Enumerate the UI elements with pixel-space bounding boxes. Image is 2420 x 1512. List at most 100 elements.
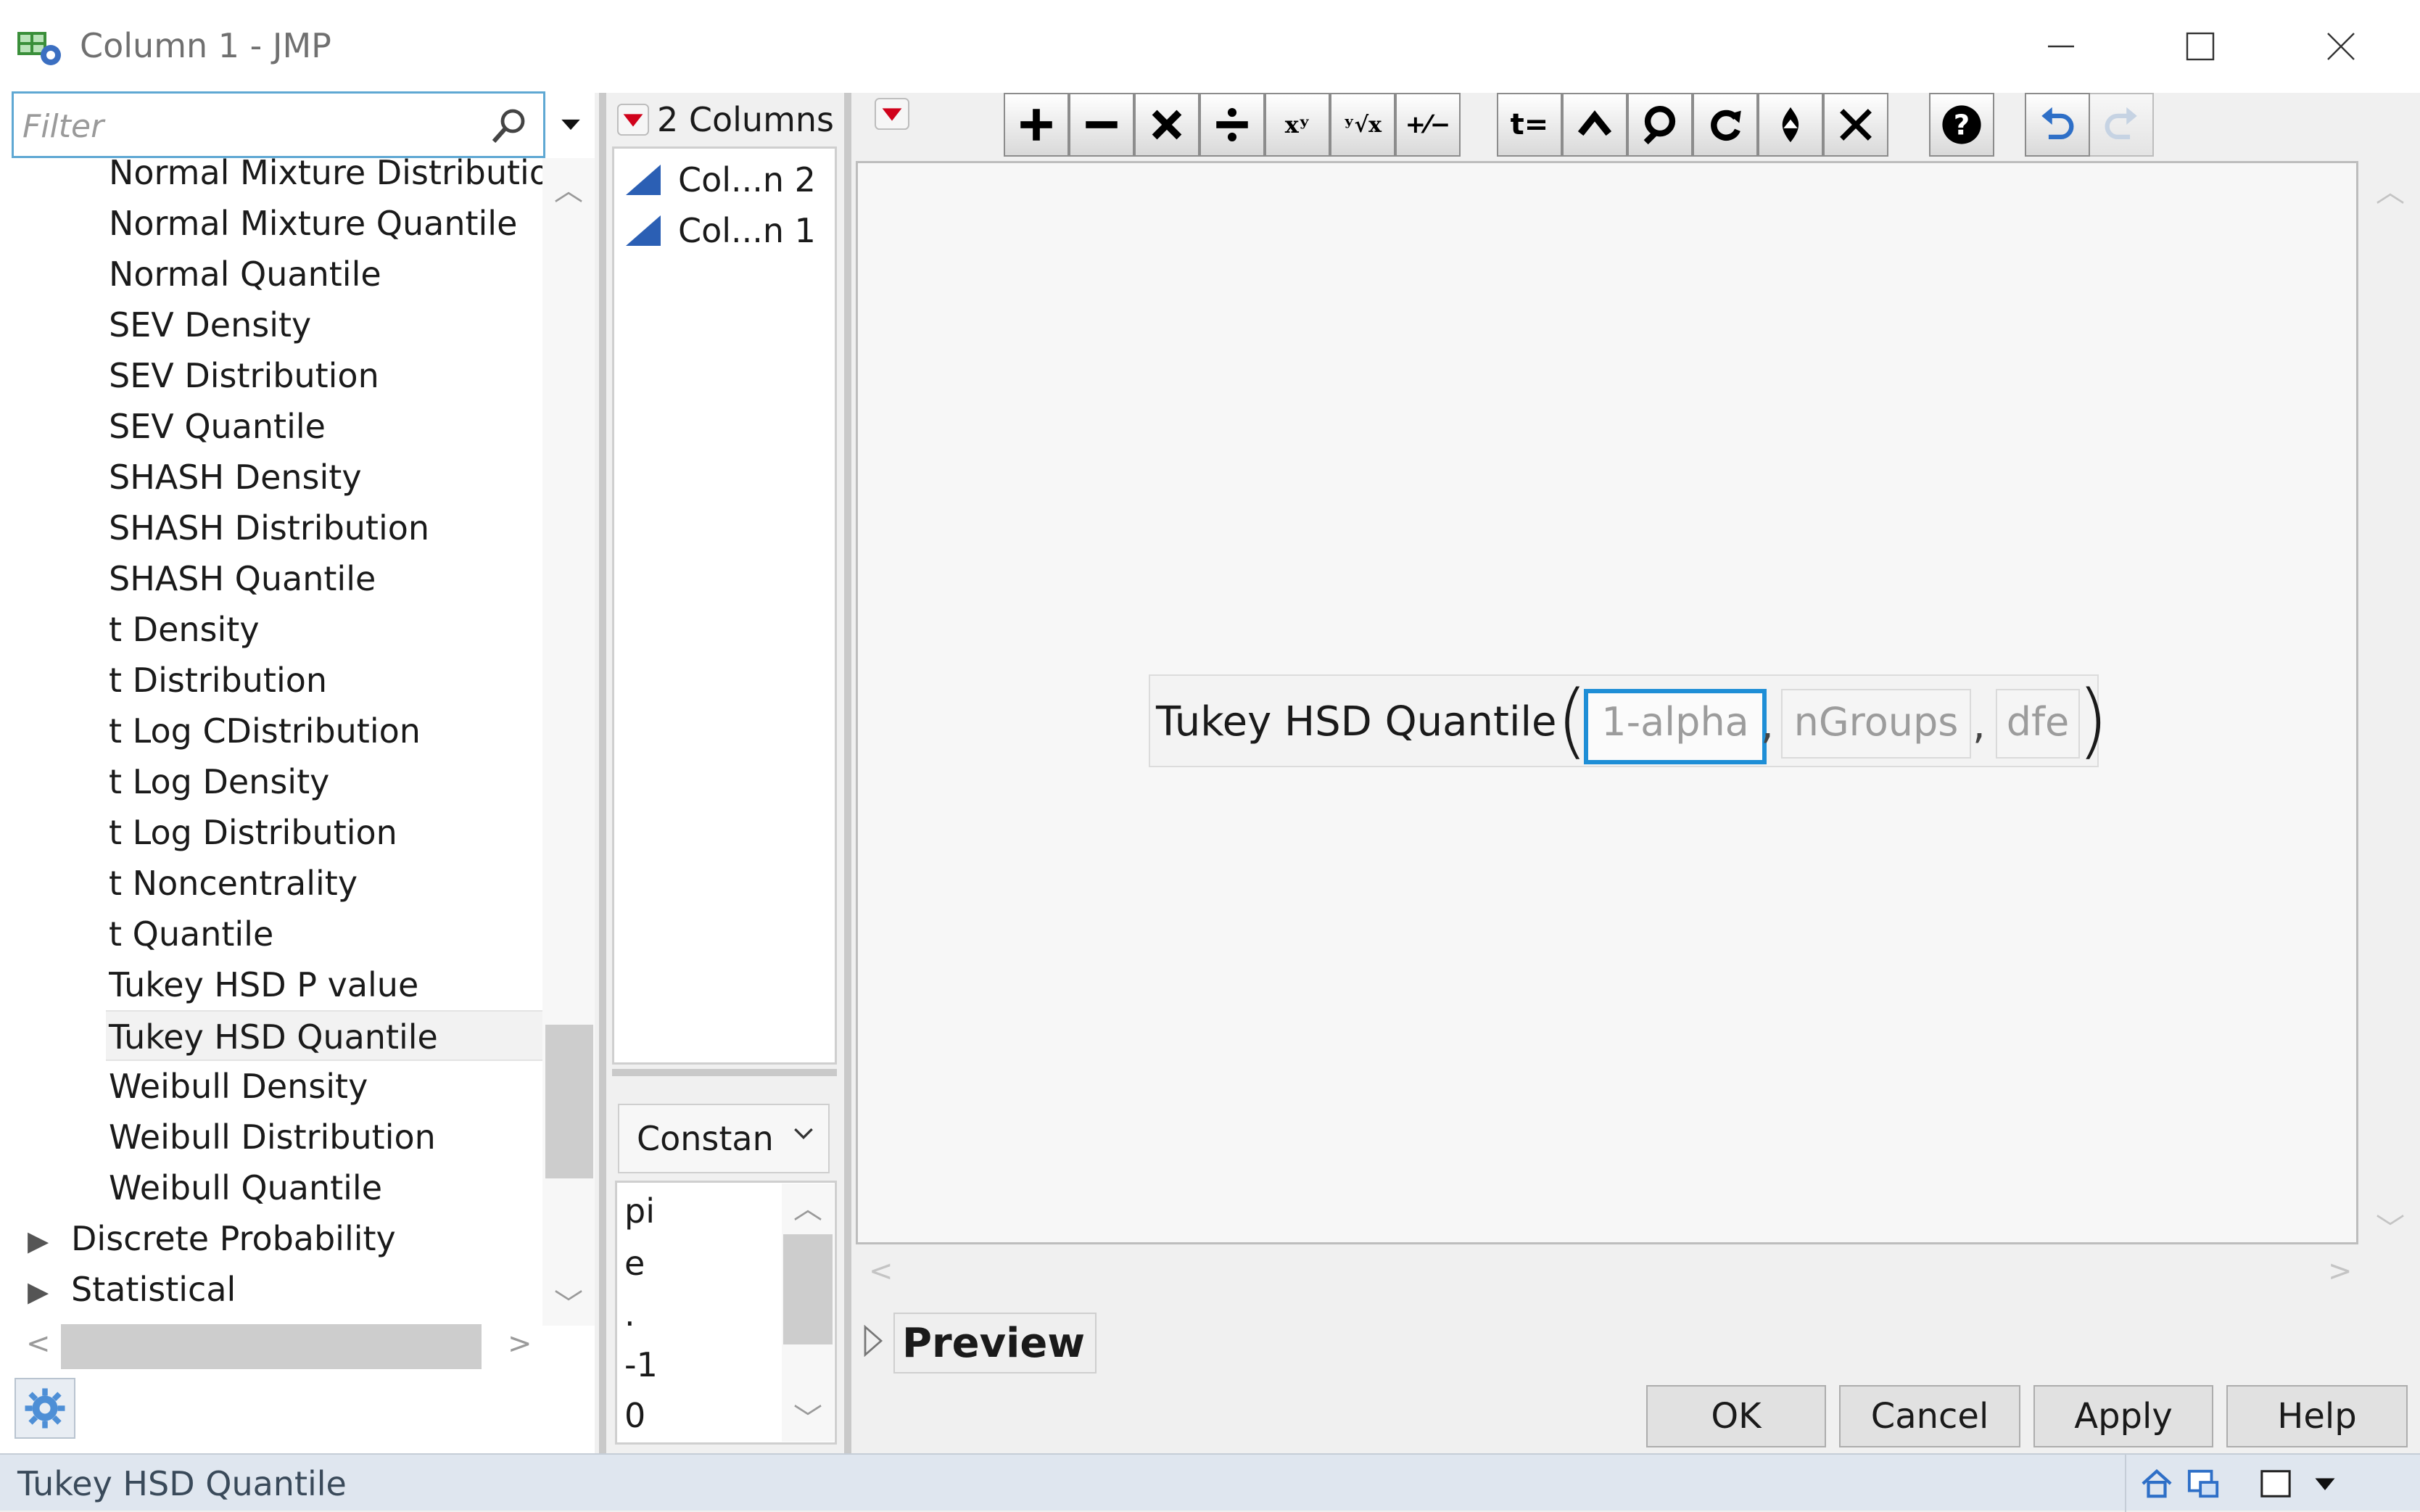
pane-splitter[interactable] xyxy=(612,1069,837,1076)
search-icon[interactable] xyxy=(490,105,530,146)
constant-item[interactable]: 0 xyxy=(624,1393,645,1438)
expand-triangle-icon[interactable]: ▶ xyxy=(28,1215,71,1266)
function-item[interactable]: Normal Mixture Distribution xyxy=(109,149,542,195)
function-item[interactable]: t Log Distribution xyxy=(109,807,542,855)
function-item[interactable]: t Quantile xyxy=(109,909,542,957)
help-dialog-button[interactable]: Help xyxy=(2226,1385,2408,1447)
root-button[interactable]: ʸ√x xyxy=(1330,93,1395,157)
function-item[interactable]: Weibull Density xyxy=(109,1061,542,1109)
column-item[interactable]: Col...n 1 xyxy=(624,207,816,255)
undo-button[interactable] xyxy=(2025,93,2090,157)
subtract-button[interactable] xyxy=(1069,93,1134,157)
function-item[interactable]: Weibull Quantile xyxy=(109,1162,542,1210)
multiply-button[interactable] xyxy=(1134,93,1199,157)
scroll-down-icon[interactable]: ﹀ xyxy=(554,1281,583,1323)
apply-button[interactable]: Apply xyxy=(2033,1385,2213,1447)
cancel-button[interactable]: Cancel xyxy=(1839,1385,2020,1447)
scroll-up-icon[interactable]: ︿ xyxy=(793,1185,822,1227)
dropdown-triangle-icon[interactable] xyxy=(2305,1463,2345,1504)
red-triangle-menu-icon xyxy=(875,97,909,131)
function-item[interactable]: SHASH Density xyxy=(109,452,542,500)
home-icon[interactable] xyxy=(2136,1463,2177,1504)
argument-dfe[interactable]: dfe xyxy=(1996,689,2080,759)
help-button[interactable]: ? xyxy=(1929,93,1994,157)
formula-expression[interactable]: Tukey HSD Quantile ( 1-alpha , nGroups ,… xyxy=(1149,674,2109,767)
preview-disclosure-icon[interactable] xyxy=(863,1314,895,1368)
constant-item[interactable]: -1 xyxy=(624,1342,658,1387)
scroll-down-icon[interactable]: ﹀ xyxy=(793,1395,822,1437)
redo-button[interactable] xyxy=(2089,93,2154,157)
filter-input[interactable] xyxy=(21,102,488,150)
scroll-down-icon[interactable]: ﹀ xyxy=(2376,1205,2405,1247)
function-item[interactable]: t Noncentrality xyxy=(109,858,542,906)
function-item[interactable]: t Log Density xyxy=(109,756,542,804)
scroll-up-icon[interactable]: ︿ xyxy=(554,167,583,209)
formula-editor-menu-button[interactable] xyxy=(873,97,911,131)
formula-vertical-scrollbar[interactable] xyxy=(2361,161,2412,1244)
minimize-button[interactable] xyxy=(2018,15,2105,78)
argument-separator: , xyxy=(1973,701,1986,748)
divide-button[interactable] xyxy=(1199,93,1265,157)
argument-ngroups[interactable]: nGroups xyxy=(1781,689,1971,759)
scrollbar-thumb[interactable] xyxy=(783,1234,833,1344)
constant-item[interactable]: pi xyxy=(624,1189,655,1234)
close-window-button[interactable] xyxy=(2297,15,2384,78)
scroll-up-icon[interactable]: ︿ xyxy=(2376,168,2405,210)
function-item[interactable]: SHASH Distribution xyxy=(109,503,542,550)
preview-outline[interactable]: Preview xyxy=(893,1313,1097,1373)
peel-button[interactable] xyxy=(1758,93,1823,157)
category-statistical[interactable]: ▶ Statistical xyxy=(28,1264,236,1312)
function-item[interactable]: SEV Quantile xyxy=(109,401,542,449)
function-item[interactable]: SEV Distribution xyxy=(109,350,542,398)
function-item[interactable]: Tukey HSD P value xyxy=(109,959,542,1007)
ok-button[interactable]: OK xyxy=(1646,1385,1826,1447)
function-item[interactable]: t Log CDistribution xyxy=(109,706,542,753)
formula-function-name[interactable]: Tukey HSD Quantile xyxy=(1156,693,1557,751)
power-button[interactable]: xʸ xyxy=(1265,93,1330,157)
constant-item[interactable]: . xyxy=(624,1292,635,1337)
function-item[interactable]: Weibull Distribution xyxy=(109,1112,542,1160)
function-item[interactable]: t Distribution xyxy=(109,655,542,703)
add-button[interactable] xyxy=(1004,93,1069,157)
formula-horizontal-scrollbar[interactable] xyxy=(856,1249,2358,1300)
columns-menu-button[interactable] xyxy=(616,103,650,136)
filter-options-button[interactable] xyxy=(550,94,592,155)
function-item[interactable]: SEV Density xyxy=(109,299,542,347)
scroll-right-icon[interactable]: > xyxy=(2328,1255,2353,1288)
maximize-button[interactable] xyxy=(2157,15,2244,78)
pane-splitter[interactable] xyxy=(844,93,851,1453)
column-item[interactable]: Col...n 2 xyxy=(624,156,816,204)
constant-item[interactable]: e xyxy=(624,1241,645,1286)
function-item[interactable]: Normal Mixture Quantile xyxy=(109,198,542,246)
function-item[interactable]: SHASH Quantile xyxy=(109,553,542,601)
svg-text:?: ? xyxy=(1954,109,1970,141)
scroll-right-icon[interactable]: > xyxy=(508,1327,532,1360)
settings-button[interactable] xyxy=(15,1378,75,1439)
status-text: Tukey HSD Quantile xyxy=(17,1464,347,1503)
local-variable-button[interactable] xyxy=(1627,93,1693,157)
scroll-left-icon[interactable]: < xyxy=(26,1327,51,1360)
expand-triangle-icon[interactable]: ▶ xyxy=(28,1266,71,1317)
swap-button[interactable] xyxy=(1693,93,1758,157)
delete-icon xyxy=(1840,109,1872,141)
chevron-down-icon[interactable] xyxy=(789,1118,818,1156)
function-item[interactable]: t Density xyxy=(109,604,542,652)
delete-button[interactable] xyxy=(1823,93,1888,157)
argument-1-alpha[interactable]: 1-alpha xyxy=(1584,689,1767,764)
scrollbar-thumb[interactable] xyxy=(545,1025,593,1178)
function-item[interactable]: Normal Quantile xyxy=(109,249,542,297)
unary-minus-button[interactable] xyxy=(1562,93,1627,157)
columns-list: Col...n 2 Col...n 1 xyxy=(612,146,837,1065)
status-bar: Tukey HSD Quantile xyxy=(0,1453,2420,1512)
continuous-column-icon xyxy=(626,165,661,195)
minimize-icon xyxy=(2048,45,2074,48)
function-item-selected[interactable]: Tukey HSD Quantile xyxy=(106,1010,542,1061)
checkbox-icon[interactable] xyxy=(2255,1463,2296,1504)
pane-splitter[interactable] xyxy=(599,93,606,1453)
category-discrete-probability[interactable]: ▶ Discrete Probability xyxy=(28,1213,396,1261)
negate-button[interactable]: +⁄− xyxy=(1395,93,1461,157)
scrollbar-thumb[interactable] xyxy=(61,1324,482,1369)
assign-button[interactable]: t= xyxy=(1497,93,1562,157)
window-list-icon[interactable] xyxy=(2183,1463,2223,1504)
scroll-left-icon[interactable]: < xyxy=(869,1255,893,1288)
